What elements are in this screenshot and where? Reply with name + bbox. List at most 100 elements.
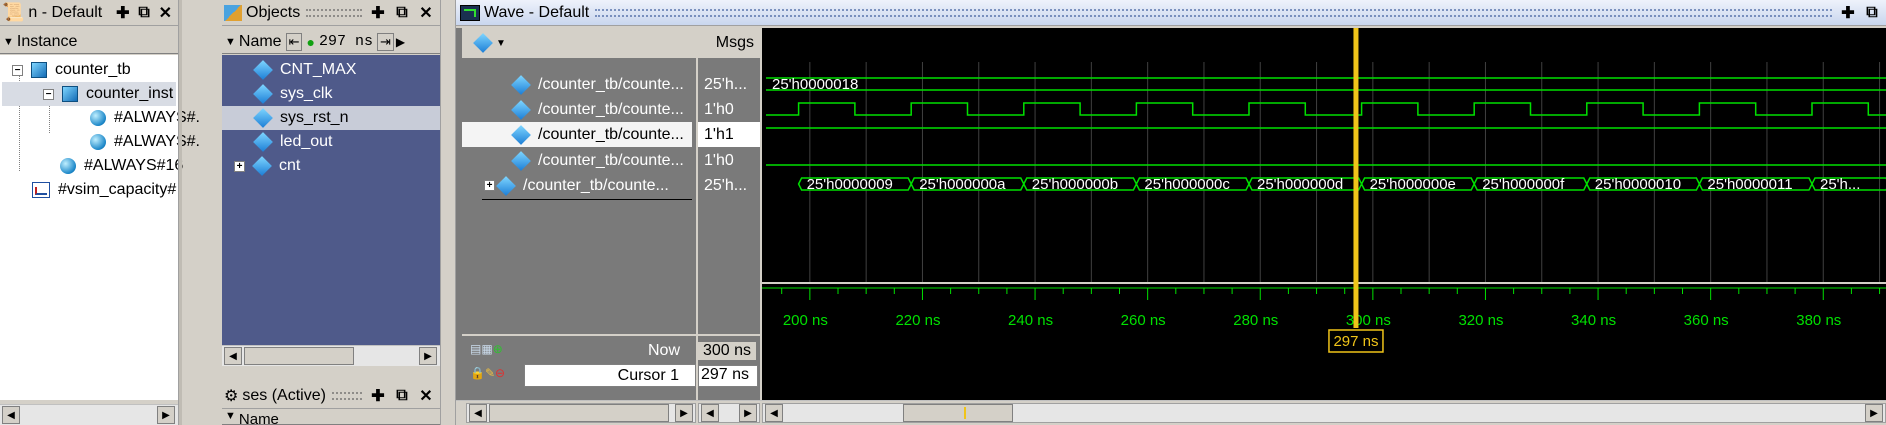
- dock-plus-icon[interactable]: ✚: [114, 3, 131, 23]
- dropdown-arrow-icon[interactable]: ▼: [496, 38, 506, 49]
- objects-title-grip[interactable]: [306, 8, 362, 17]
- input-signal-icon: [511, 99, 531, 120]
- wave-signal-row-1[interactable]: /counter_tb/counte...: [462, 97, 692, 122]
- signal-value-0: 25'h...: [704, 75, 748, 93]
- scroll-left-icon[interactable]: ◀: [765, 404, 783, 422]
- names-hscrollbar[interactable]: ◀ ▶: [466, 403, 696, 423]
- waveform-canvas[interactable]: 25'h0000018 25'h0000009 25'h000000a 25'h000…: [762, 28, 1886, 408]
- go-back-time-icon[interactable]: ⇤: [285, 32, 303, 51]
- object-item-sys-clk[interactable]: sys_clk: [252, 82, 332, 106]
- now-value: 300 ns: [698, 342, 756, 360]
- wave-signal-row-3[interactable]: /counter_tb/counte...: [462, 148, 692, 173]
- bus-value-label: 25'h0000009: [807, 176, 893, 193]
- names-scroll-thumb[interactable]: [489, 404, 669, 422]
- values-hscrollbar[interactable]: ◀ ▶: [698, 403, 760, 423]
- timeline-label: 360 ns: [1684, 312, 1729, 329]
- wave-signal-row-2[interactable]: /counter_tb/counte...: [462, 122, 692, 147]
- wave-values-panel: Msgs 25'h... 1'h0 1'h1 1'h0 25'h... 300 …: [696, 28, 760, 408]
- module-icon: [62, 86, 78, 102]
- undock-icon[interactable]: ⧉: [392, 386, 412, 406]
- scroll-right-icon[interactable]: ▶: [419, 347, 437, 365]
- instance-column-header[interactable]: Instance: [17, 33, 77, 51]
- instance-hscrollbar[interactable]: ◀ ▶: [0, 404, 178, 425]
- wave-hscrollbar[interactable]: ◀ ▶: [762, 403, 1886, 423]
- processes-pane-title: ses (Active): [242, 386, 326, 404]
- scroll-right-icon[interactable]: ▶: [739, 404, 757, 422]
- more-columns-icon[interactable]: ▶: [396, 35, 405, 49]
- scroll-left-icon[interactable]: ◀: [2, 406, 20, 424]
- timeline-label: 340 ns: [1571, 312, 1616, 329]
- close-icon[interactable]: ✕: [416, 3, 436, 23]
- processes-name-header[interactable]: Name: [239, 411, 279, 424]
- processes-title-grip[interactable]: [331, 391, 362, 400]
- timeline-label: 320 ns: [1458, 312, 1503, 329]
- tree-item-counter-tb[interactable]: − counter_tb: [12, 58, 131, 82]
- undock-icon[interactable]: ⧉: [1862, 3, 1882, 23]
- expand-icon[interactable]: +: [234, 160, 245, 172]
- waveform-header-strip: [762, 28, 1886, 62]
- bus-value-label: 25'h000000f: [1482, 176, 1565, 193]
- wave-status-area: ▤▦⊕ Now 🔒✎⊖ Cursor 1: [462, 334, 696, 387]
- scroll-left-icon[interactable]: ◀: [224, 347, 242, 365]
- wave-pane-icon: [460, 4, 480, 21]
- timeline-axis: 200 ns 220 ns 240 ns 260 ns 280 ns 300 ns 320 …: [762, 285, 1886, 408]
- object-item-led-out[interactable]: led_out: [252, 130, 333, 154]
- bus-signal-icon: [496, 175, 516, 196]
- instance-header[interactable]: ▼ Instance: [0, 30, 178, 54]
- input-signal-icon: [253, 108, 273, 128]
- tree-item-counter-inst[interactable]: − counter_inst: [2, 82, 176, 106]
- scroll-left-icon[interactable]: ◀: [701, 404, 719, 422]
- bus-value-label: 25'h0000010: [1595, 176, 1681, 193]
- objects-header[interactable]: ▼ Name ⇤ ● 297 ns ⇥ ▶: [222, 30, 440, 54]
- scroll-right-icon[interactable]: ▶: [157, 406, 175, 424]
- input-signal-icon: [253, 84, 273, 104]
- processes-header[interactable]: ▼ Name: [222, 410, 440, 425]
- wave-scroll-thumb[interactable]: [903, 404, 1013, 422]
- object-item-sys-rst-n[interactable]: sys_rst_n: [222, 106, 440, 130]
- dock-plus-icon[interactable]: ✚: [368, 386, 388, 406]
- now-toolbar-icons[interactable]: ▤▦⊕: [470, 342, 503, 356]
- wave-signal-row-0[interactable]: /counter_tb/counte...: [462, 72, 692, 97]
- scroll-right-icon[interactable]: ▶: [1865, 404, 1883, 422]
- collapse-icon[interactable]: −: [43, 88, 54, 100]
- signal-menu-icon[interactable]: [473, 33, 493, 53]
- now-label: Now: [647, 342, 680, 359]
- object-item-cnt[interactable]: + cnt: [234, 154, 300, 178]
- objects-time-value: 297 ns: [318, 33, 373, 50]
- pane-splitter[interactable]: [440, 0, 456, 425]
- collapse-icon[interactable]: −: [12, 64, 23, 76]
- undock-icon[interactable]: ⧉: [135, 3, 152, 23]
- undock-icon[interactable]: ⧉: [392, 3, 412, 23]
- const-bus-value: 25'h0000018: [772, 76, 858, 93]
- tree-item-always-16[interactable]: #ALWAYS#16: [60, 154, 183, 178]
- cursor-name-field[interactable]: Cursor 1: [524, 364, 696, 387]
- cursor-tag-label: 297 ns: [1333, 333, 1378, 350]
- processes-title-bar: ⚙ ses (Active) ✚ ⧉ ✕: [222, 383, 440, 409]
- dock-plus-icon[interactable]: ✚: [1838, 3, 1858, 23]
- pane-splitter[interactable]: [178, 0, 182, 425]
- scroll-right-icon[interactable]: ▶: [675, 404, 693, 422]
- timeline-label: 200 ns: [783, 312, 828, 329]
- scroll-left-icon[interactable]: ◀: [469, 404, 487, 422]
- expand-icon[interactable]: +: [484, 180, 495, 191]
- tree-item-always-2[interactable]: #ALWAYS#.: [90, 130, 200, 154]
- close-icon[interactable]: ✕: [157, 3, 174, 23]
- close-icon[interactable]: ✕: [416, 386, 436, 406]
- wave-title-bar: Wave - Default ✚ ⧉: [456, 0, 1886, 26]
- wave-signal-row-4[interactable]: + /counter_tb/counte...: [462, 173, 692, 198]
- dock-plus-icon[interactable]: ✚: [368, 3, 388, 23]
- tree-item-vsim-capacity[interactable]: #vsim_capacity#: [32, 178, 176, 202]
- sort-down-icon: ▼: [3, 35, 14, 48]
- bus-value-label: 25'h0000011: [1707, 176, 1792, 193]
- objects-hscrollbar[interactable]: ◀ ▶: [222, 345, 440, 366]
- objects-scroll-thumb[interactable]: [244, 347, 354, 365]
- processes-gear-icon: ⚙: [224, 387, 239, 405]
- go-forward-time-icon[interactable]: ⇥: [376, 32, 394, 51]
- wave-title-grip[interactable]: [595, 8, 1832, 17]
- object-item-cnt-max[interactable]: CNT_MAX: [252, 58, 356, 82]
- cursor-toolbar-icons[interactable]: 🔒✎⊖: [470, 366, 505, 380]
- signal-icon: [252, 156, 272, 176]
- objects-pane-icon: [224, 4, 242, 21]
- objects-name-header[interactable]: Name: [239, 33, 282, 51]
- tree-item-always-1[interactable]: #ALWAYS#.: [90, 106, 200, 130]
